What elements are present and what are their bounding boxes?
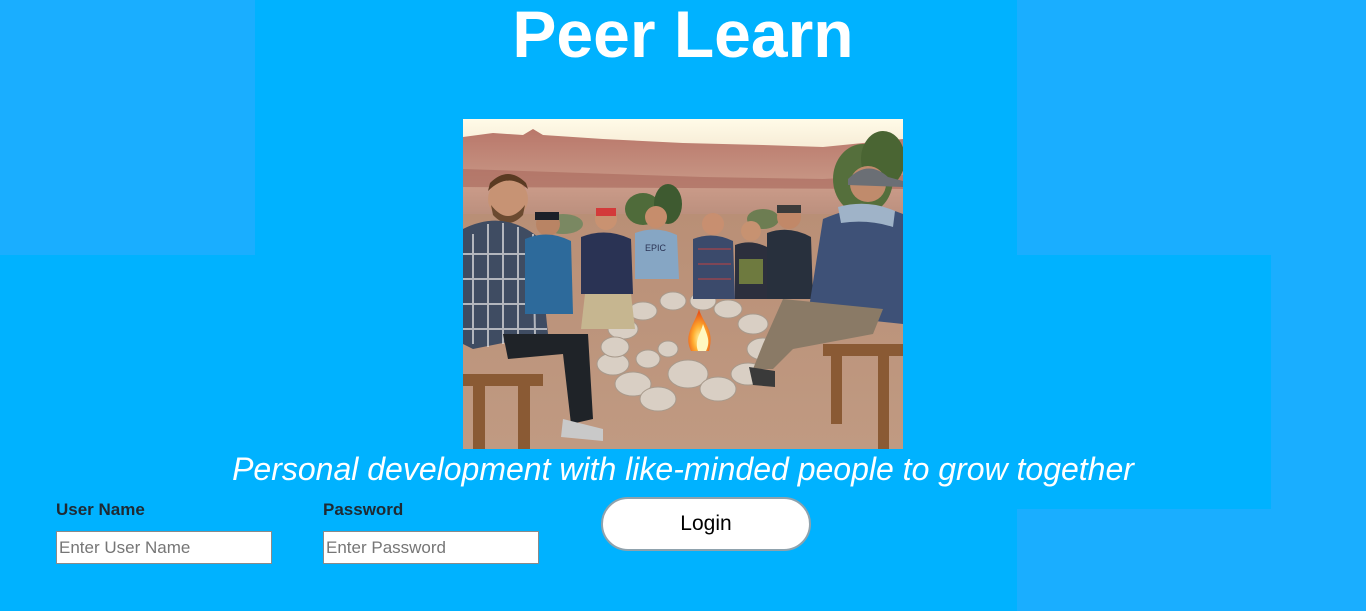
username-label: User Name — [56, 500, 145, 519]
password-label: Password — [323, 500, 404, 519]
login-button[interactable]: Login — [601, 497, 811, 551]
password-input[interactable] — [323, 531, 539, 564]
tagline: Personal development with like-minded pe… — [232, 451, 1134, 487]
background-block-bottom-right — [1017, 509, 1366, 611]
page-title: Peer Learn — [512, 0, 854, 71]
hero-image: EPIC — [463, 119, 903, 449]
username-input[interactable] — [56, 531, 272, 564]
svg-text:EPIC: EPIC — [645, 243, 667, 253]
